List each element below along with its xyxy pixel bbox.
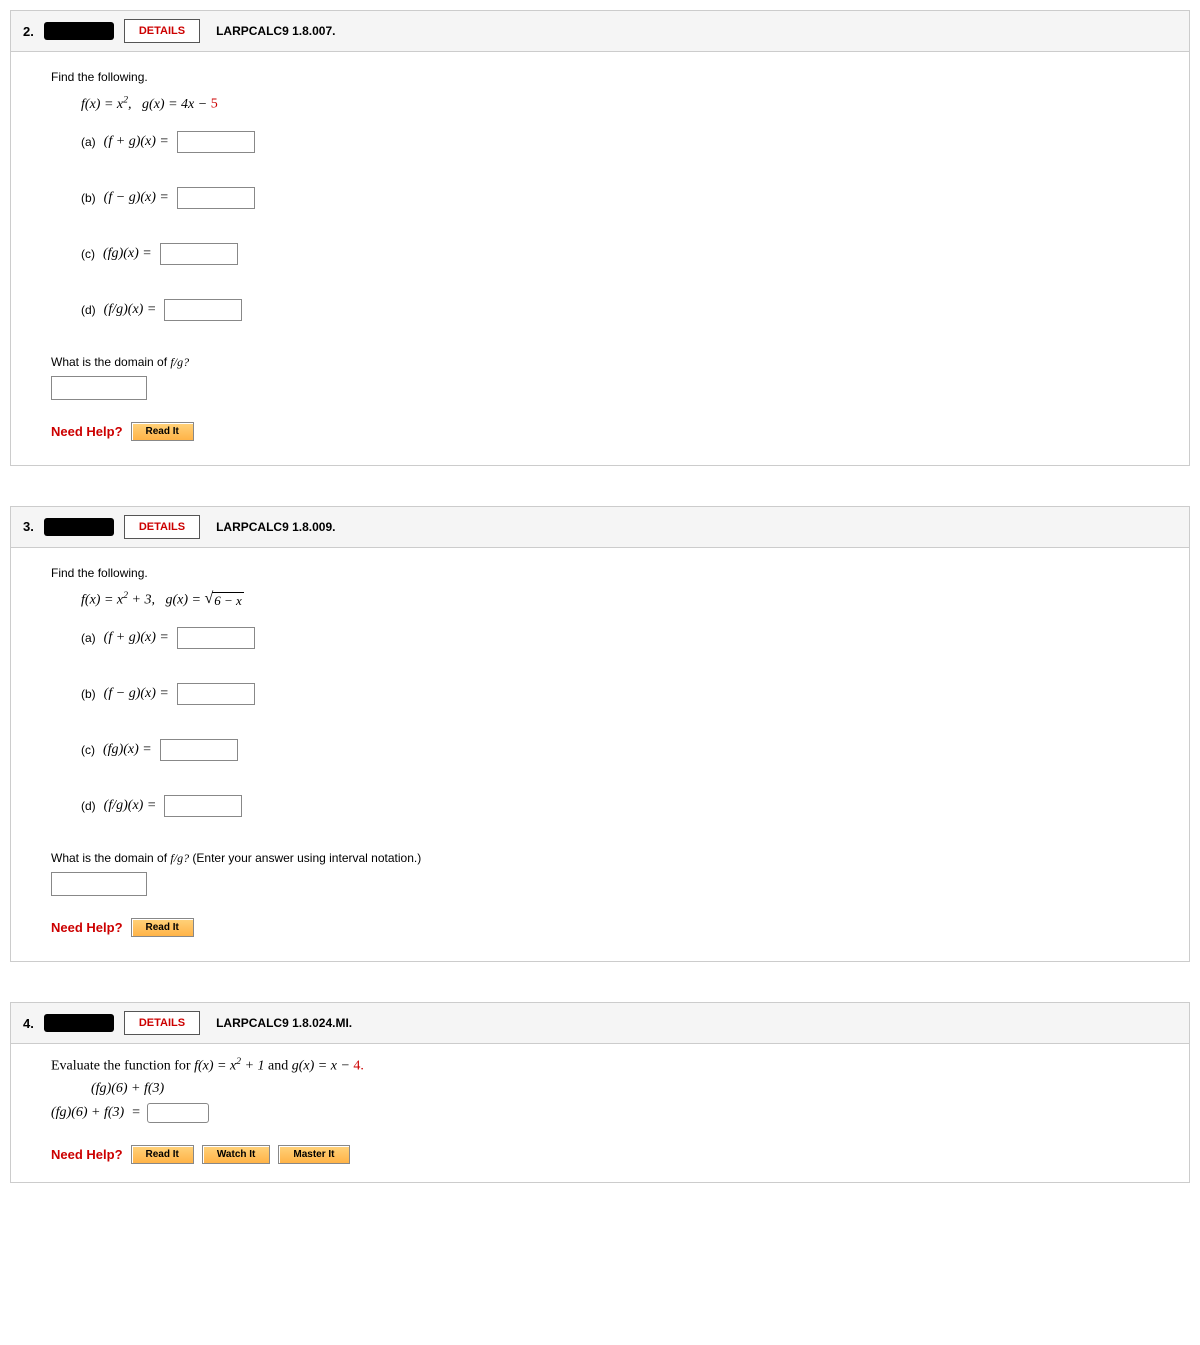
answer-input-a[interactable] <box>177 627 255 649</box>
part-c: (c) (fg)(x) = <box>81 243 1159 265</box>
question-header: 2. DETAILS LARPCALC9 1.8.007. <box>11 11 1189 52</box>
question-body: Evaluate the function for f(x) = x2 + 1 … <box>11 1044 1189 1182</box>
part-label: (c) <box>81 743 95 757</box>
evaluate-prompt: Evaluate the function for f(x) = x2 + 1 … <box>51 1056 1159 1075</box>
redacted-points <box>44 1014 114 1032</box>
part-b: (b) (f − g)(x) = <box>81 683 1159 705</box>
domain-question: What is the domain of f/g? <box>51 355 1159 400</box>
details-button[interactable]: DETAILS <box>124 1011 200 1035</box>
part-d: (d) (f/g)(x) = <box>81 299 1159 321</box>
constant-red: 5 <box>211 97 218 112</box>
watch-it-button[interactable]: Watch It <box>202 1145 271 1164</box>
part-a: (a) (f + g)(x) = <box>81 627 1159 649</box>
answer-input[interactable] <box>147 1103 209 1123</box>
part-label: (d) <box>81 799 96 813</box>
redacted-points <box>44 518 114 536</box>
prompt-text: Find the following. <box>51 566 1159 580</box>
question-reference: LARPCALC9 1.8.009. <box>216 520 335 534</box>
prompt-pre: Evaluate the function for <box>51 1059 194 1074</box>
need-help-label: Need Help? <box>51 1147 123 1162</box>
domain-text: What is the domain of <box>51 355 170 369</box>
part-d: (d) (f/g)(x) = <box>81 795 1159 817</box>
domain-input[interactable] <box>51 376 147 400</box>
and-text: and <box>265 1059 292 1074</box>
question-2: 2. DETAILS LARPCALC9 1.8.007. Find the f… <box>10 10 1190 466</box>
details-button[interactable]: DETAILS <box>124 19 200 43</box>
answer-input-b[interactable] <box>177 187 255 209</box>
part-label: (a) <box>81 135 96 149</box>
read-it-button[interactable]: Read It <box>131 422 194 441</box>
need-help-label: Need Help? <box>51 424 123 439</box>
redacted-points <box>44 22 114 40</box>
domain-question: What is the domain of f/g? (Enter your a… <box>51 851 1159 896</box>
target-expression: (fg)(6) + f(3) <box>91 1081 1159 1097</box>
constant-red: 4. <box>353 1059 364 1074</box>
master-it-button[interactable]: Master It <box>278 1145 349 1164</box>
part-label: (b) <box>81 687 96 701</box>
question-number: 2. <box>23 24 34 39</box>
domain-input[interactable] <box>51 872 147 896</box>
answer-row: (fg)(6) + f(3) = <box>51 1103 1159 1123</box>
part-label: (d) <box>81 303 96 317</box>
need-help-row: Need Help? Read It Watch It Master It <box>51 1145 1159 1164</box>
domain-text-pre: What is the domain of <box>51 851 170 865</box>
question-reference: LARPCALC9 1.8.007. <box>216 24 335 38</box>
question-header: 3. DETAILS LARPCALC9 1.8.009. <box>11 507 1189 548</box>
answer-input-d[interactable] <box>164 299 242 321</box>
part-label: (c) <box>81 247 95 261</box>
sqrt-expression: √6 − x <box>204 592 243 609</box>
need-help-row: Need Help? Read It <box>51 918 1159 937</box>
answer-input-d[interactable] <box>164 795 242 817</box>
function-definitions: f(x) = x2, g(x) = 4x − 5 <box>81 94 1159 113</box>
part-label: (a) <box>81 631 96 645</box>
function-definitions: f(x) = x2 + 3, g(x) = √6 − x <box>81 590 1159 610</box>
answer-input-c[interactable] <box>160 739 238 761</box>
question-body: Find the following. f(x) = x2, g(x) = 4x… <box>11 52 1189 465</box>
part-b: (b) (f − g)(x) = <box>81 187 1159 209</box>
prompt-text: Find the following. <box>51 70 1159 84</box>
need-help-row: Need Help? Read It <box>51 422 1159 441</box>
part-label: (b) <box>81 191 96 205</box>
answer-input-a[interactable] <box>177 131 255 153</box>
answer-input-c[interactable] <box>160 243 238 265</box>
question-3: 3. DETAILS LARPCALC9 1.8.009. Find the f… <box>10 506 1190 963</box>
answer-input-b[interactable] <box>177 683 255 705</box>
answer-lhs: (fg)(6) + f(3) = <box>51 1105 141 1121</box>
read-it-button[interactable]: Read It <box>131 918 194 937</box>
question-header: 4. DETAILS LARPCALC9 1.8.024.MI. <box>11 1003 1189 1044</box>
question-number: 3. <box>23 519 34 534</box>
details-button[interactable]: DETAILS <box>124 515 200 539</box>
part-a: (a) (f + g)(x) = <box>81 131 1159 153</box>
part-c: (c) (fg)(x) = <box>81 739 1159 761</box>
need-help-label: Need Help? <box>51 920 123 935</box>
domain-text-post: (Enter your answer using interval notati… <box>189 851 421 865</box>
question-reference: LARPCALC9 1.8.024.MI. <box>216 1016 352 1030</box>
question-body: Find the following. f(x) = x2 + 3, g(x) … <box>11 548 1189 962</box>
question-number: 4. <box>23 1016 34 1031</box>
read-it-button[interactable]: Read It <box>131 1145 194 1164</box>
question-4: 4. DETAILS LARPCALC9 1.8.024.MI. Evaluat… <box>10 1002 1190 1183</box>
